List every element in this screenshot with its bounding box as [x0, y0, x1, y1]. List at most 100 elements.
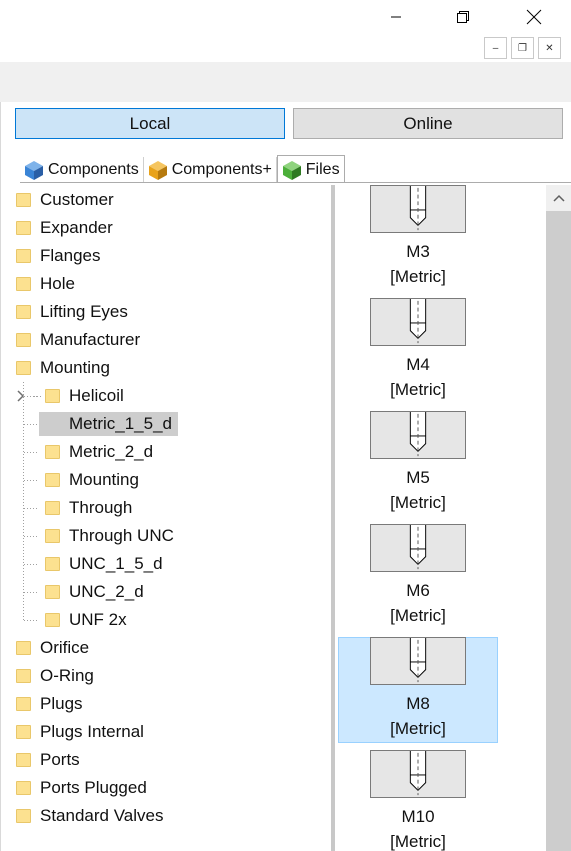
tree-item[interactable]: Plugs	[16, 691, 83, 717]
mdi-controls: – ❐ ✕	[484, 37, 561, 59]
thumbnail-unit: [Metric]	[390, 380, 446, 399]
tree-item[interactable]: UNF 2x	[45, 607, 127, 633]
close-icon	[526, 9, 542, 25]
mdi-close-button[interactable]: ✕	[538, 37, 561, 59]
tree-item[interactable]: O-Ring	[16, 663, 94, 689]
thumbnail-unit: [Metric]	[390, 719, 446, 738]
tree-item-label: UNF 2x	[69, 610, 127, 629]
tab-components-label: Components	[48, 161, 139, 178]
tree-item[interactable]: Expander	[16, 215, 113, 241]
chevron-up-icon	[552, 194, 565, 202]
tree-item[interactable]: Mounting	[16, 355, 110, 381]
thumbnail-name: M8	[406, 694, 430, 713]
restore-icon	[457, 11, 469, 23]
chevron-right-icon[interactable]	[16, 389, 26, 403]
folder-icon	[16, 697, 31, 711]
folder-icon	[16, 277, 31, 291]
tree-item-label: Mounting	[69, 470, 139, 489]
folder-icon	[16, 361, 31, 375]
folder-icon	[45, 501, 60, 515]
folder-tree[interactable]: Customer Expander Flanges Hole Lifting E…	[0, 185, 332, 851]
tree-item-label: UNC_2_d	[69, 582, 144, 601]
tab-components-plus[interactable]: Components+	[143, 157, 277, 183]
folder-icon	[45, 445, 60, 459]
minimize-button[interactable]	[373, 0, 419, 34]
tree-item-label: O-Ring	[40, 666, 94, 685]
folder-icon	[16, 641, 31, 655]
tab-components-plus-label: Components+	[171, 161, 272, 178]
tabs-underline	[20, 182, 571, 183]
thumbnail-name: M6	[406, 581, 430, 600]
tree-item-label: Standard Valves	[40, 806, 164, 825]
thumbnail-item[interactable]: M10 [Metric]	[338, 750, 498, 851]
tree-item-label: Ports	[40, 750, 80, 769]
folder-icon	[16, 249, 31, 263]
tree-item[interactable]: Flanges	[16, 243, 100, 269]
thumbnail-item[interactable]: M3 [Metric]	[338, 185, 498, 291]
vertical-scrollbar[interactable]	[546, 185, 571, 851]
close-button[interactable]	[511, 0, 557, 34]
tapped-hole-preview-icon	[370, 411, 466, 459]
tree-item[interactable]: Plugs Internal	[16, 719, 144, 745]
tree-item-label: Helicoil	[69, 386, 124, 405]
scrollbar-thumb[interactable]	[546, 211, 571, 851]
tab-components[interactable]: Components	[20, 157, 144, 183]
folder-icon	[16, 305, 31, 319]
thumbnail-item-selected[interactable]: M8 [Metric]	[338, 637, 498, 743]
folder-icon	[16, 669, 31, 683]
tree-item-label: Manufacturer	[40, 330, 141, 349]
folder-icon	[16, 781, 31, 795]
minimize-icon	[391, 16, 401, 18]
tree-item-label: Plugs Internal	[40, 722, 144, 741]
thumbnail-unit: [Metric]	[390, 832, 446, 851]
local-toggle-button[interactable]: Local	[15, 108, 285, 139]
online-toggle-button[interactable]: Online	[293, 108, 563, 139]
file-thumbnail-list: M3 [Metric] M4 [Metric] M5 [Metric] M6 […	[336, 185, 546, 851]
folder-icon	[16, 193, 31, 207]
tree-item-label: Customer	[40, 190, 114, 209]
tree-item[interactable]: Standard Valves	[16, 803, 163, 829]
tree-item[interactable]: UNC_1_5_d	[45, 551, 163, 577]
tree-item[interactable]: Through	[45, 495, 132, 521]
tree-item[interactable]: UNC_2_d	[45, 579, 144, 605]
thumbnail-item[interactable]: M5 [Metric]	[338, 411, 498, 517]
tree-item[interactable]: Lifting Eyes	[16, 299, 128, 325]
thumbnail-item[interactable]: M6 [Metric]	[338, 524, 498, 630]
mdi-restore-button[interactable]: ❐	[511, 37, 534, 59]
files-cube-icon	[282, 160, 301, 180]
tab-files-label: Files	[305, 160, 340, 178]
tapped-hole-preview-icon	[370, 637, 466, 685]
thumbnail-unit: [Metric]	[390, 267, 446, 286]
tree-item[interactable]: Metric_2_d	[45, 439, 153, 465]
toolbar-band	[0, 62, 571, 102]
tree-item-label: Hole	[40, 274, 75, 293]
tree-item[interactable]: Manufacturer	[16, 327, 140, 353]
tab-files[interactable]: Files	[276, 155, 345, 183]
folder-icon	[16, 333, 31, 347]
tree-item[interactable]: Ports Plugged	[16, 775, 147, 801]
tree-item-label: Flanges	[40, 246, 101, 265]
tapped-hole-preview-icon	[370, 298, 466, 346]
tapped-hole-preview-icon	[370, 750, 466, 798]
panel-splitter[interactable]	[331, 185, 335, 851]
restore-button[interactable]	[440, 0, 486, 34]
folder-icon	[16, 221, 31, 235]
folder-icon	[16, 725, 31, 739]
tree-item[interactable]: Mounting	[45, 467, 139, 493]
tree-item-selected[interactable]: Metric_1_5_d	[39, 411, 179, 437]
tree-item[interactable]: Ports	[16, 747, 80, 773]
folder-icon	[45, 613, 60, 627]
tree-item[interactable]: Customer	[16, 187, 114, 213]
folder-icon	[45, 557, 60, 571]
window-titlebar	[0, 0, 571, 36]
scroll-up-button[interactable]	[546, 185, 571, 211]
mdi-minimize-button[interactable]: –	[484, 37, 507, 59]
thumbnail-item[interactable]: M4 [Metric]	[338, 298, 498, 404]
tree-item[interactable]: Orifice	[16, 635, 89, 661]
tree-item-label: Mounting	[40, 358, 110, 377]
tree-item[interactable]: Through UNC	[45, 523, 174, 549]
tree-item[interactable]: Helicoil	[45, 383, 124, 409]
tree-item[interactable]: Hole	[16, 271, 75, 297]
tree-item-label: Ports Plugged	[40, 778, 147, 797]
components-cube-icon	[25, 161, 43, 180]
